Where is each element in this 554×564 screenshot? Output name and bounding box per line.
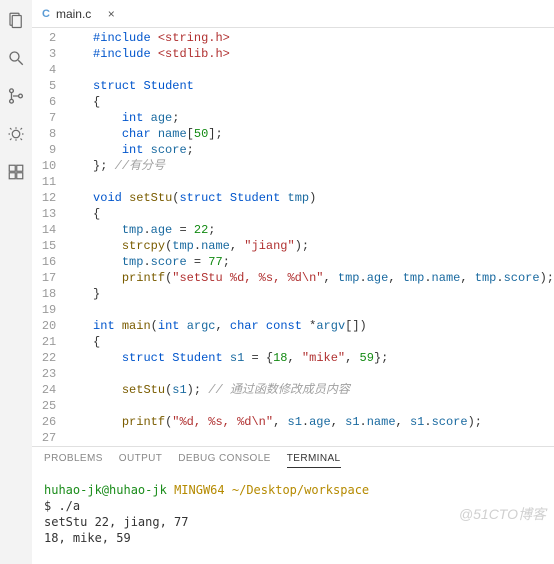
panel-tabs: PROBLEMS OUTPUT DEBUG CONSOLE TERMINAL: [32, 447, 554, 474]
terminal-cwd: ~/Desktop/workspace: [232, 483, 369, 497]
terminal-env: MINGW64: [174, 483, 225, 497]
debug-icon[interactable]: [4, 122, 28, 146]
c-file-icon: C: [42, 8, 50, 20]
source-control-icon[interactable]: [4, 84, 28, 108]
tab-problems[interactable]: PROBLEMS: [44, 453, 103, 468]
tab-debug-console[interactable]: DEBUG CONSOLE: [178, 453, 270, 468]
activity-bar: [0, 0, 32, 564]
bottom-panel: PROBLEMS OUTPUT DEBUG CONSOLE TERMINAL h…: [32, 446, 554, 564]
tab-filename: main.c: [56, 7, 91, 21]
tab-main-c[interactable]: C main.c ×: [32, 0, 129, 27]
close-icon[interactable]: ×: [103, 6, 119, 22]
tab-output[interactable]: OUTPUT: [119, 453, 163, 468]
code-content: #include <string.h> #include <stdlib.h> …: [64, 28, 554, 446]
search-icon[interactable]: [4, 46, 28, 70]
explorer-icon[interactable]: [4, 8, 28, 32]
tab-terminal[interactable]: TERMINAL: [287, 453, 341, 468]
line-gutter: 2345678910111213141516171819202122232425…: [32, 28, 64, 446]
code-editor[interactable]: 2345678910111213141516171819202122232425…: [32, 28, 554, 446]
main-area: C main.c × 23456789101112131415161718192…: [32, 0, 554, 564]
terminal-line: 18, mike, 59: [44, 530, 542, 546]
terminal-line: setStu 22, jiang, 77: [44, 514, 542, 530]
terminal-user: huhao-jk@huhao-jk: [44, 483, 167, 497]
terminal-output[interactable]: huhao-jk@huhao-jk MINGW64 ~/Desktop/work…: [32, 474, 554, 564]
terminal-cmd: $ ./a: [44, 498, 542, 514]
extensions-icon[interactable]: [4, 160, 28, 184]
editor-tabs: C main.c ×: [32, 0, 554, 28]
